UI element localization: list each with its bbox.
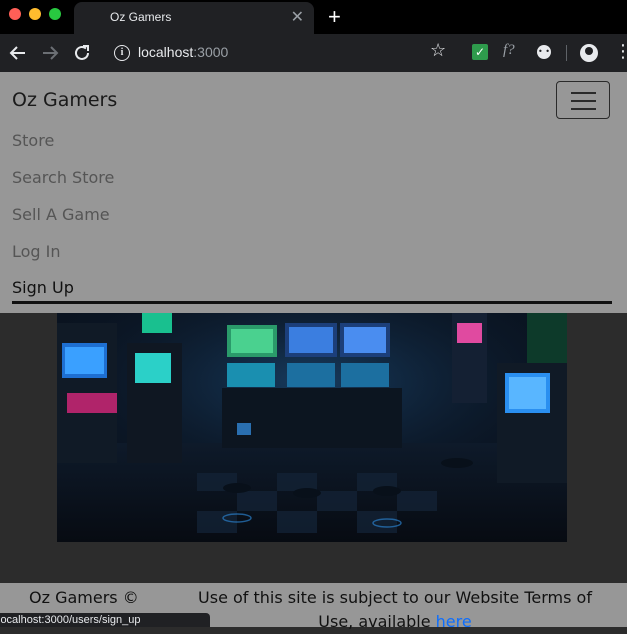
nav-link-store[interactable]: Store (12, 131, 54, 150)
back-icon[interactable] (7, 42, 29, 64)
reload-icon[interactable] (71, 42, 93, 64)
hamburger-icon-bar (571, 108, 596, 110)
hamburger-icon-bar (571, 100, 596, 102)
minimize-window-button[interactable] (29, 8, 41, 20)
info-icon[interactable]: i (114, 45, 130, 61)
hamburger-icon-bar (571, 92, 596, 94)
menu-icon[interactable]: ⋮ (614, 40, 627, 64)
footer-terms-text: Use of this site is subject to our Websi… (198, 588, 592, 631)
browser-titlebar: Oz Gamers ✕ + (0, 0, 627, 34)
navbar-brand[interactable]: Oz Gamers (12, 89, 117, 111)
nav-link-log-in[interactable]: Log In (12, 242, 61, 261)
forward-icon[interactable] (39, 42, 61, 64)
tab-close-icon[interactable]: ✕ (291, 7, 304, 27)
browser-tab[interactable]: Oz Gamers ✕ (74, 2, 314, 34)
footer-brand: Oz Gamers © (29, 588, 139, 607)
address-bar[interactable]: i localhost:3000 (104, 39, 464, 67)
url-port: :3000 (193, 44, 229, 60)
close-window-button[interactable] (9, 8, 21, 20)
maximize-window-button[interactable] (49, 8, 61, 20)
new-tab-button[interactable]: + (328, 4, 341, 30)
site-navbar: Oz Gamers Store Search Store Sell A Game… (0, 72, 627, 313)
url-host: localhost (138, 44, 194, 60)
link-status-bar: localhost:3000/users/sign_up (0, 613, 210, 627)
arcade-hero-image (57, 313, 567, 542)
nav-link-sign-up[interactable]: Sign Up (12, 278, 74, 297)
url-text: localhost:3000 (138, 44, 228, 60)
nav-link-sell-a-game[interactable]: Sell A Game (12, 205, 110, 224)
profile-icon[interactable] (580, 44, 598, 62)
extension-check-icon[interactable]: ✓ (472, 44, 488, 60)
nav-link-underline (12, 301, 612, 304)
status-url: localhost:3000/users/sign_up (0, 614, 141, 626)
extension-circle-icon[interactable]: • • (537, 45, 551, 59)
browser-toolbar: i localhost:3000 ☆ ✓ f? • • ⋮ (0, 34, 627, 72)
navbar-toggler-button[interactable] (556, 81, 610, 119)
nav-link-search-store[interactable]: Search Store (12, 168, 114, 187)
toolbar-divider (566, 45, 567, 61)
tab-title: Oz Gamers (110, 10, 172, 24)
star-icon[interactable]: ☆ (430, 41, 446, 61)
extension-f-icon[interactable]: f? (503, 42, 515, 59)
footer-terms-link[interactable]: here (436, 612, 472, 631)
